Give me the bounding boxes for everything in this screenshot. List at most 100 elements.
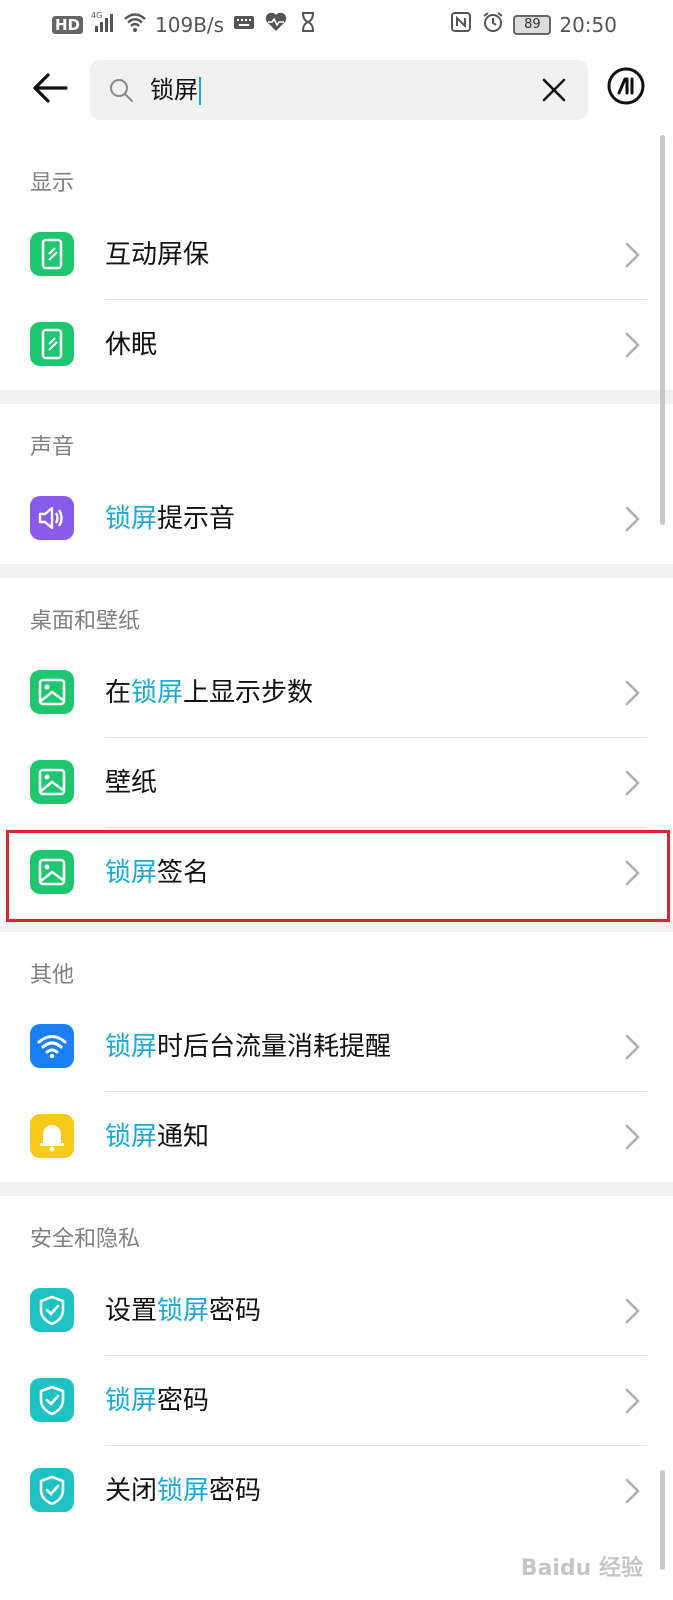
result-label-suffix: 密码 bbox=[209, 1296, 262, 1326]
section-title: 安全和隐私 bbox=[30, 1227, 141, 1252]
result-label-suffix: 提示音 bbox=[157, 504, 236, 534]
search-result-item[interactable]: 关闭锁屏密码 bbox=[0, 1446, 673, 1536]
result-label: 休眠 bbox=[105, 300, 157, 390]
scrollbar-track-end bbox=[660, 1470, 665, 1570]
chevron-right-icon bbox=[618, 1296, 646, 1326]
section-divider bbox=[0, 564, 673, 578]
assistant-button[interactable] bbox=[606, 66, 646, 106]
back-button[interactable] bbox=[28, 66, 72, 110]
image-icon bbox=[30, 670, 74, 714]
result-label-prefix: 互动屏保 bbox=[105, 240, 210, 270]
result-label: 关闭锁屏密码 bbox=[105, 1446, 261, 1536]
chevron-right-icon bbox=[618, 1476, 646, 1506]
result-label-suffix: 签名 bbox=[157, 858, 210, 888]
clock: 20:50 bbox=[559, 12, 617, 37]
scrollbar-thumb[interactable] bbox=[660, 135, 665, 525]
result-label: 锁屏密码 bbox=[105, 1356, 209, 1446]
result-label: 锁屏签名 bbox=[105, 828, 209, 918]
chevron-right-icon bbox=[618, 858, 646, 888]
result-label-match: 锁屏 bbox=[105, 1032, 158, 1062]
search-result-item[interactable]: 设置锁屏密码 bbox=[0, 1266, 673, 1356]
search-box[interactable]: 锁屏 bbox=[90, 60, 588, 120]
chevron-right-icon bbox=[618, 240, 646, 270]
search-result-item[interactable]: 锁屏密码 bbox=[0, 1356, 673, 1446]
wifi-icon bbox=[30, 1024, 74, 1068]
result-label-suffix: 时后台流量消耗提醒 bbox=[157, 1032, 392, 1062]
result-label-suffix: 通知 bbox=[157, 1122, 210, 1152]
alarm-icon bbox=[481, 10, 505, 39]
result-label-prefix: 壁纸 bbox=[105, 768, 158, 798]
search-query-text: 锁屏 bbox=[150, 76, 198, 104]
result-label-match: 锁屏 bbox=[105, 858, 158, 888]
phone-icon bbox=[30, 232, 74, 276]
result-label-prefix: 休眠 bbox=[105, 330, 158, 360]
result-label: 锁屏提示音 bbox=[105, 474, 235, 564]
result-label: 设置锁屏密码 bbox=[105, 1266, 261, 1356]
result-label-match: 锁屏 bbox=[157, 1296, 210, 1326]
shield-icon bbox=[30, 1378, 74, 1422]
result-label-suffix: 上显示步数 bbox=[183, 678, 314, 708]
battery-indicator: 89 bbox=[513, 14, 552, 35]
status-left: HD 4G 109B/s bbox=[52, 10, 320, 39]
result-label-match: 锁屏 bbox=[105, 504, 158, 534]
shield-icon bbox=[30, 1468, 74, 1512]
section-title: 其他 bbox=[30, 963, 75, 988]
image-icon bbox=[30, 760, 74, 804]
search-toolbar: 锁屏 bbox=[0, 56, 673, 122]
status-right: 89 20:50 bbox=[449, 10, 617, 39]
chevron-right-icon bbox=[618, 1032, 646, 1062]
chevron-right-icon bbox=[618, 504, 646, 534]
network-speed: 109B/s bbox=[155, 12, 225, 37]
result-label-match: 锁屏 bbox=[105, 1122, 158, 1152]
result-label-suffix: 密码 bbox=[209, 1476, 262, 1506]
chevron-right-icon bbox=[618, 678, 646, 708]
section-divider bbox=[0, 1182, 673, 1196]
keyboard-icon bbox=[232, 10, 256, 39]
search-result-item[interactable]: 休眠 bbox=[0, 300, 673, 390]
bell-icon bbox=[30, 1114, 74, 1158]
chevron-right-icon bbox=[618, 768, 646, 798]
result-label: 在锁屏上显示步数 bbox=[105, 648, 313, 738]
search-results: 显示 互动屏保 休眠 声音 锁屏提示音 桌面和壁纸 在锁屏上显示步数 壁纸 锁屏签名 其他 锁屏时后… bbox=[0, 140, 673, 1536]
arrow-left-icon bbox=[33, 73, 68, 103]
section-title: 声音 bbox=[30, 435, 75, 460]
network-type-label: HD bbox=[52, 15, 84, 34]
section-title: 显示 bbox=[30, 171, 75, 196]
assistant-icon bbox=[607, 67, 645, 105]
chevron-right-icon bbox=[618, 1386, 646, 1416]
section-title: 桌面和壁纸 bbox=[30, 609, 141, 634]
result-label-match: 锁屏 bbox=[157, 1476, 210, 1506]
search-result-item[interactable]: 锁屏时后台流量消耗提醒 bbox=[0, 1002, 673, 1092]
phone-icon bbox=[30, 322, 74, 366]
hourglass-icon bbox=[296, 10, 320, 39]
text-caret bbox=[199, 77, 201, 105]
search-result-item[interactable]: 锁屏签名 bbox=[0, 828, 673, 922]
image-icon bbox=[30, 850, 74, 894]
heart-rate-icon bbox=[264, 10, 288, 39]
search-result-item[interactable]: 在锁屏上显示步数 bbox=[0, 648, 673, 738]
clear-search-button[interactable] bbox=[540, 76, 568, 104]
search-result-item[interactable]: 互动屏保 bbox=[0, 210, 673, 300]
result-label-prefix: 设置 bbox=[105, 1296, 158, 1326]
result-label: 壁纸 bbox=[105, 738, 157, 828]
result-label-match: 锁屏 bbox=[105, 1386, 158, 1416]
svg-text:4G: 4G bbox=[91, 11, 102, 20]
close-icon bbox=[542, 78, 566, 102]
result-label: 锁屏通知 bbox=[105, 1092, 209, 1182]
search-result-item[interactable]: 锁屏提示音 bbox=[0, 474, 673, 564]
search-result-item[interactable]: 锁屏通知 bbox=[0, 1092, 673, 1182]
wifi-status-icon bbox=[123, 10, 147, 39]
result-label: 锁屏时后台流量消耗提醒 bbox=[105, 1002, 391, 1092]
signal-icon: 4G bbox=[91, 10, 115, 39]
chevron-right-icon bbox=[618, 1122, 646, 1152]
chevron-right-icon bbox=[618, 330, 646, 360]
watermark: Baidu 经验 bbox=[520, 1556, 643, 1581]
result-label-match: 锁屏 bbox=[131, 678, 184, 708]
section-divider bbox=[0, 918, 673, 932]
search-input[interactable]: 锁屏 bbox=[150, 73, 510, 107]
shield-icon bbox=[30, 1288, 74, 1332]
nfc-icon bbox=[449, 10, 473, 39]
result-label-prefix: 在 bbox=[105, 678, 132, 708]
result-label: 互动屏保 bbox=[105, 210, 209, 300]
search-result-item[interactable]: 壁纸 bbox=[0, 738, 673, 828]
